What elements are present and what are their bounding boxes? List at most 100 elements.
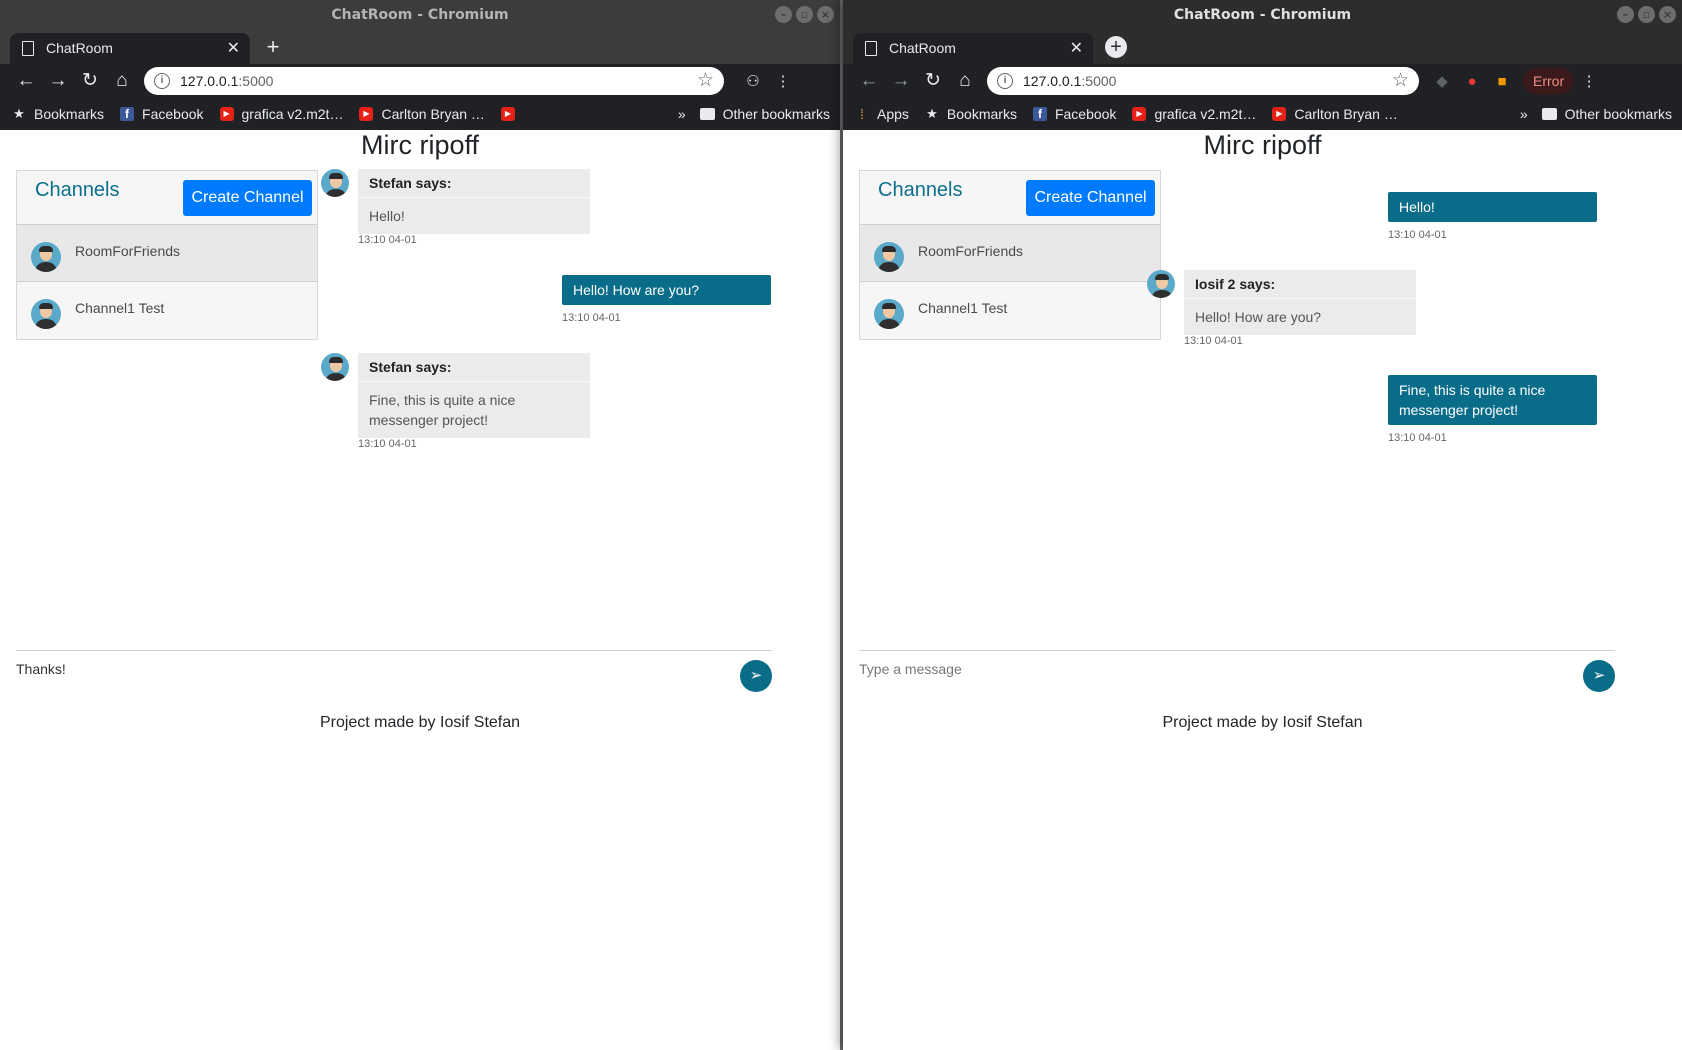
channels-sidebar: Channels Create Channel RoomForFriends C… [859, 170, 1161, 340]
bookmark-item[interactable]: ▶ grafica v2.m2t… [1132, 106, 1256, 122]
error-badge[interactable]: Error [1523, 68, 1575, 94]
tab-close-icon[interactable]: ✕ [1070, 33, 1083, 64]
bookmarks-bar: ★ Bookmarks f Facebook ▶ grafica v2.m2t… ▶ C… [0, 98, 840, 130]
forward-arrow-icon[interactable]: → [42, 67, 74, 95]
send-button[interactable]: ➢ [1583, 660, 1615, 692]
channel-item[interactable]: RoomForFriends [860, 225, 1160, 282]
star-icon[interactable]: ☆ [1392, 69, 1409, 92]
channel-item[interactable]: Channel1 Test [860, 282, 1160, 339]
url-port: :5000 [1081, 73, 1117, 89]
message-composer: ➢ [859, 650, 1615, 694]
bookmark-label: Carlton Bryan … [1294, 106, 1398, 122]
maximize-icon[interactable]: ▫ [796, 6, 813, 23]
chevron-more-icon[interactable]: » [678, 106, 686, 122]
minimize-icon[interactable]: – [775, 6, 792, 23]
youtube-icon: ▶ [219, 107, 234, 121]
title-bar: ChatRoom - Chromium – ▫ × [0, 0, 840, 30]
info-icon[interactable]: i [154, 73, 170, 89]
channel-item[interactable]: Channel1 Test [17, 282, 317, 339]
tab-chatroom[interactable]: ChatRoom ✕ [853, 33, 1093, 64]
message-input[interactable] [16, 661, 716, 677]
bookmark-item[interactable]: ▶ grafica v2.m2t… [219, 106, 344, 122]
message-time: 13:10 04-01 [358, 438, 417, 450]
youtube-icon: ▶ [1132, 107, 1147, 121]
address-bar[interactable]: i 127.0.0.1:5000 ☆ [144, 67, 724, 95]
window-title: ChatRoom - Chromium [331, 7, 509, 23]
avatar-icon [31, 242, 61, 272]
folder-icon [1541, 108, 1557, 120]
extension-icon[interactable]: ◆ [1427, 72, 1457, 90]
bookmark-item[interactable]: ★ Bookmarks [12, 106, 104, 122]
message-sender: Iosif 2 says: [1184, 270, 1416, 299]
window-title: ChatRoom - Chromium [1173, 7, 1352, 23]
tab-chatroom[interactable]: ChatRoom ✕ [10, 33, 250, 64]
bookmark-item[interactable]: f Facebook [120, 106, 204, 122]
chat-page: Mirc ripoff Channels Create Channel Room… [0, 130, 840, 1050]
bookmarks-bar: ⁞ Apps ★ Bookmarks f Facebook ▶ grafica v2.m… [843, 98, 1682, 130]
page-title: Mirc ripoff [360, 130, 480, 160]
page-icon [22, 41, 34, 56]
tab-title: ChatRoom [889, 40, 956, 56]
other-bookmarks[interactable]: Other bookmarks [1565, 106, 1672, 122]
url-host: 127.0.0.1 [1023, 73, 1082, 89]
forward-arrow-icon[interactable]: → [885, 67, 917, 95]
message-input[interactable] [859, 661, 1559, 677]
bookmark-label: grafica v2.m2t… [241, 106, 344, 122]
url-host: 127.0.0.1 [180, 73, 239, 89]
apps-icon: ⁞ [860, 106, 864, 122]
bookmark-label: Carlton Bryan … [381, 106, 485, 122]
bookmark-item[interactable]: ⁞ Apps [855, 106, 909, 122]
channel-item[interactable]: RoomForFriends [17, 225, 317, 282]
message-time: 13:10 04-01 [562, 312, 621, 324]
outgoing-message: Fine, this is quite a nice messenger pro… [1388, 375, 1597, 425]
bookmark-item[interactable]: f Facebook [1032, 106, 1116, 122]
extension-icon[interactable]: ⚇ [738, 72, 768, 90]
reload-icon[interactable]: ↻ [74, 67, 106, 95]
extension-icon[interactable]: ■ [1487, 73, 1517, 90]
channel-name: Channel1 Test [918, 300, 1008, 316]
bookmark-item[interactable]: ▶ Carlton Bryan … [359, 106, 485, 122]
sidebar-header: Channels Create Channel [17, 171, 317, 225]
back-arrow-icon[interactable]: ← [10, 67, 42, 95]
chevron-more-icon[interactable]: » [1520, 106, 1528, 122]
close-window-icon[interactable]: × [817, 6, 834, 23]
page-title: Mirc ripoff [1203, 130, 1322, 160]
menu-icon[interactable]: ⋮ [768, 72, 798, 90]
info-icon[interactable]: i [997, 73, 1013, 89]
window-controls: – ▫ × [775, 6, 834, 23]
window-controls: – ▫ × [1617, 6, 1676, 23]
bookmark-item[interactable]: ★ Bookmarks [925, 106, 1017, 122]
tab-close-icon[interactable]: ✕ [227, 33, 240, 64]
bookmark-item[interactable]: ▶ [500, 107, 523, 121]
minimize-icon[interactable]: – [1617, 6, 1634, 23]
other-bookmarks[interactable]: Other bookmarks [723, 106, 830, 122]
browser-toolbar: ← → ↻ ⌂ i 127.0.0.1:5000 ☆ ⚇ ⋮ [0, 64, 840, 98]
outgoing-message: Hello! [1388, 192, 1597, 222]
address-bar[interactable]: i 127.0.0.1:5000 ☆ [987, 67, 1419, 95]
channels-sidebar: Channels Create Channel RoomForFriends C… [16, 170, 318, 340]
send-button[interactable]: ➢ [740, 660, 772, 692]
opera-extension-icon[interactable]: ● [1457, 73, 1487, 90]
message-bubble: Stefan says: Fine, this is quite a nice … [358, 353, 590, 438]
error-label: Error [1533, 73, 1565, 89]
message-text: Hello! How are you? [1195, 309, 1322, 325]
create-channel-button[interactable]: Create Channel [183, 180, 312, 216]
new-tab-button[interactable]: + [262, 36, 284, 58]
folder-icon [699, 108, 715, 120]
home-icon[interactable]: ⌂ [949, 67, 981, 95]
bookmark-label: Facebook [142, 106, 204, 122]
url-port: :5000 [238, 73, 274, 89]
avatar-icon [874, 242, 904, 272]
channel-name: RoomForFriends [75, 243, 181, 259]
new-tab-button[interactable]: + [1105, 36, 1127, 58]
maximize-icon[interactable]: ▫ [1638, 6, 1655, 23]
create-channel-button[interactable]: Create Channel [1026, 180, 1155, 216]
reload-icon[interactable]: ↻ [917, 67, 949, 95]
back-arrow-icon[interactable]: ← [853, 67, 885, 95]
star-icon[interactable]: ☆ [697, 69, 714, 92]
bookmark-item[interactable]: ▶ Carlton Bryan … [1272, 106, 1398, 122]
menu-icon[interactable]: ⋮ [1574, 72, 1604, 90]
close-window-icon[interactable]: × [1659, 6, 1676, 23]
home-icon[interactable]: ⌂ [106, 67, 138, 95]
footer-credit: Project made by Iosif Stefan [319, 714, 521, 731]
